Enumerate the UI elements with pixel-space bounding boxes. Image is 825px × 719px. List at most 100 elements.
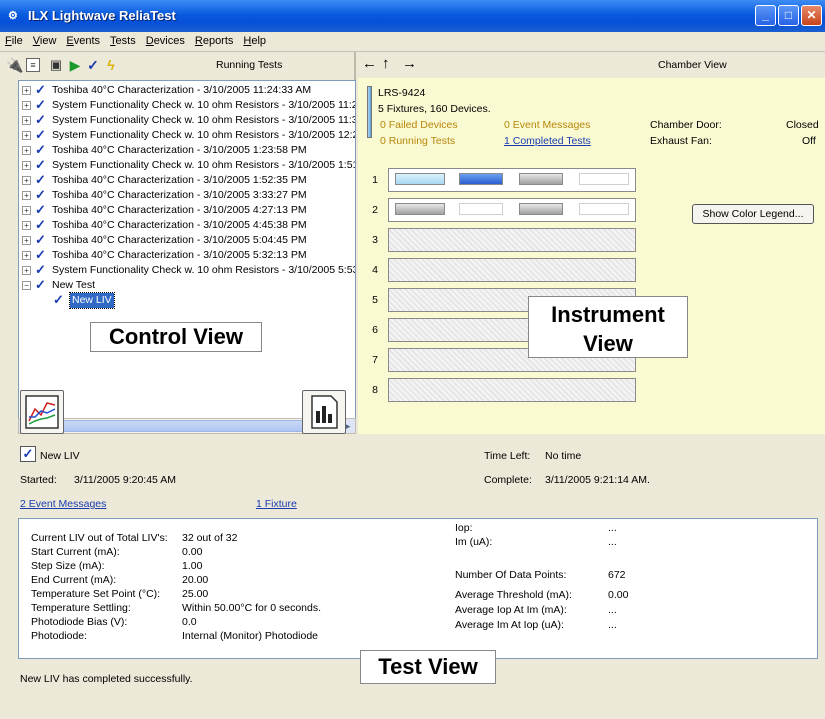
expand-icon[interactable]: + [22, 191, 31, 200]
detail-label: Temperature Set Point (°C): [31, 588, 161, 600]
device-block[interactable] [395, 203, 445, 215]
fixture-slot[interactable] [388, 168, 636, 192]
tree-item[interactable]: + ✓ System Functionality Check w. 10 ohm R… [19, 112, 355, 128]
menu-reports[interactable]: Reports [190, 32, 239, 47]
expand-icon[interactable]: + [22, 176, 31, 185]
maximize-button[interactable]: □ [778, 5, 799, 26]
detail-value: 25.00 [182, 588, 209, 600]
tree-item[interactable]: + ✓ System Functionality Check w. 10 ohm R… [19, 262, 355, 278]
slot-number: 8 [372, 384, 378, 396]
completed-tests-link[interactable]: 1 Completed Tests [504, 135, 591, 147]
device-block[interactable] [519, 203, 563, 215]
scrollbar-thumb[interactable] [37, 420, 339, 432]
tree-item[interactable]: + ✓ Toshiba 40°C Characterization - 3/10/2… [19, 172, 355, 188]
fixture-slot[interactable] [388, 228, 636, 252]
tree-item[interactable]: + ✓ Toshiba 40°C Characterization - 3/10/2… [19, 232, 355, 248]
report-button[interactable] [302, 390, 346, 434]
up-arrow-icon[interactable]: ↑ [382, 55, 390, 72]
tree-child-item[interactable]: ✓ New LIV [53, 292, 253, 309]
instrument-icon[interactable]: ▣ [47, 56, 65, 74]
list-icon[interactable]: ≡ [26, 58, 40, 72]
check-icon: ✓ [35, 97, 46, 112]
detail-value: ... [608, 619, 617, 631]
device-block[interactable] [519, 173, 563, 185]
fixture-slot[interactable] [388, 198, 636, 222]
running-tests: 0 Running Tests [380, 135, 456, 147]
expand-icon[interactable]: + [22, 146, 31, 155]
tree-item[interactable]: + ✓ Toshiba 40°C Characterization - 3/10/2… [19, 142, 355, 158]
check-icon: ✓ [35, 172, 46, 187]
device-block[interactable] [459, 173, 503, 185]
detail-value: 32 out of 32 [182, 532, 238, 544]
detail-value: 0.0 [182, 616, 197, 628]
fixture-slot[interactable] [388, 258, 636, 282]
expand-icon[interactable]: + [22, 116, 31, 125]
detail-value: ... [608, 536, 617, 548]
fixture-link[interactable]: 1 Fixture [256, 498, 297, 510]
expand-icon[interactable]: + [22, 86, 31, 95]
probe-icon[interactable]: 🔌 [6, 56, 24, 74]
show-color-legend-button[interactable]: Show Color Legend... [692, 204, 814, 224]
menu-tests[interactable]: Tests [105, 32, 141, 47]
expand-icon[interactable]: + [22, 131, 31, 140]
detail-value: 1.00 [182, 560, 203, 572]
expand-icon[interactable]: + [22, 266, 31, 275]
tree-item[interactable]: + ✓ System Functionality Check w. 10 ohm R… [19, 127, 355, 143]
detail-label: Current LIV out of Total LIV's: [31, 532, 168, 544]
expand-icon[interactable]: + [22, 251, 31, 260]
device-block[interactable] [579, 173, 629, 185]
tree-item[interactable]: + ✓ Toshiba 40°C Characterization - 3/10/2… [19, 82, 355, 98]
menu-file[interactable]: File [0, 32, 28, 47]
slot-number: 6 [372, 324, 378, 336]
back-arrow-icon[interactable]: ← [362, 55, 377, 72]
tree-item[interactable]: + ✓ System Functionality Check w. 10 ohm R… [19, 97, 355, 113]
slot-number: 1 [372, 174, 378, 186]
device-block[interactable] [579, 203, 629, 215]
check-icon: ✓ [35, 127, 46, 142]
failed-devices: 0 Failed Devices [380, 119, 458, 131]
lightning-icon[interactable]: ϟ [102, 56, 120, 74]
play-icon[interactable]: ▶ [66, 56, 84, 74]
menu-view[interactable]: View [28, 32, 62, 47]
check-icon: ✓ [35, 217, 46, 232]
menu-help[interactable]: Help [238, 32, 271, 47]
title-bar: ⚙ ILX Lightwave ReliaTest _ □ ✕ [0, 0, 825, 32]
detail-value: Internal (Monitor) Photodiode [182, 630, 318, 642]
event-messages: 0 Event Messages [504, 119, 591, 131]
test-view-callout: Test View [360, 650, 496, 684]
minimize-button[interactable]: _ [755, 5, 776, 26]
tree-item[interactable]: + ✓ Toshiba 40°C Characterization - 3/10/2… [19, 247, 355, 263]
chart-button[interactable] [20, 390, 64, 434]
close-button[interactable]: ✕ [801, 5, 822, 26]
test-tree[interactable]: + ✓ Toshiba 40°C Characterization - 3/10/2… [18, 80, 356, 420]
forward-arrow-icon[interactable]: → [402, 55, 417, 72]
control-toolbar: 🔌 ≡ ▣ ▶ ✓ ϟ Running Tests [0, 52, 356, 78]
check-icon: ✓ [35, 82, 46, 97]
tree-item[interactable]: + ✓ Toshiba 40°C Characterization - 3/10/2… [19, 187, 355, 203]
check-icon: ✓ [35, 277, 46, 292]
menu-events[interactable]: Events [61, 32, 105, 47]
exhaust-fan-value: Off [802, 135, 816, 147]
detail-label: End Current (mA): [31, 574, 117, 586]
expand-icon[interactable]: + [22, 101, 31, 110]
expand-icon[interactable]: + [22, 206, 31, 215]
expand-icon[interactable]: + [22, 161, 31, 170]
chamber-door-label: Chamber Door: [650, 119, 722, 131]
tree-item[interactable]: + ✓ Toshiba 40°C Characterization - 3/10/2… [19, 217, 355, 233]
fixture-indicator [367, 86, 372, 138]
device-block[interactable] [459, 203, 503, 215]
tree-item[interactable]: + ✓ Toshiba 40°C Characterization - 3/10/2… [19, 202, 355, 218]
menu-devices[interactable]: Devices [141, 32, 190, 47]
collapse-icon[interactable]: − [22, 281, 31, 290]
fixture-slot[interactable] [388, 378, 636, 402]
expand-icon[interactable]: + [22, 221, 31, 230]
tree-item[interactable]: + ✓ System Functionality Check w. 10 ohm R… [19, 157, 355, 173]
check-icon: ✓ [53, 292, 64, 307]
check-icon[interactable]: ✓ [84, 56, 102, 74]
detail-value: 20.00 [182, 574, 209, 586]
window-title: ILX Lightwave ReliaTest [28, 8, 176, 23]
event-messages-link[interactable]: 2 Event Messages [20, 498, 106, 510]
expand-icon[interactable]: + [22, 236, 31, 245]
tree-item[interactable]: − ✓ New Test [19, 277, 355, 293]
device-block[interactable] [395, 173, 445, 185]
